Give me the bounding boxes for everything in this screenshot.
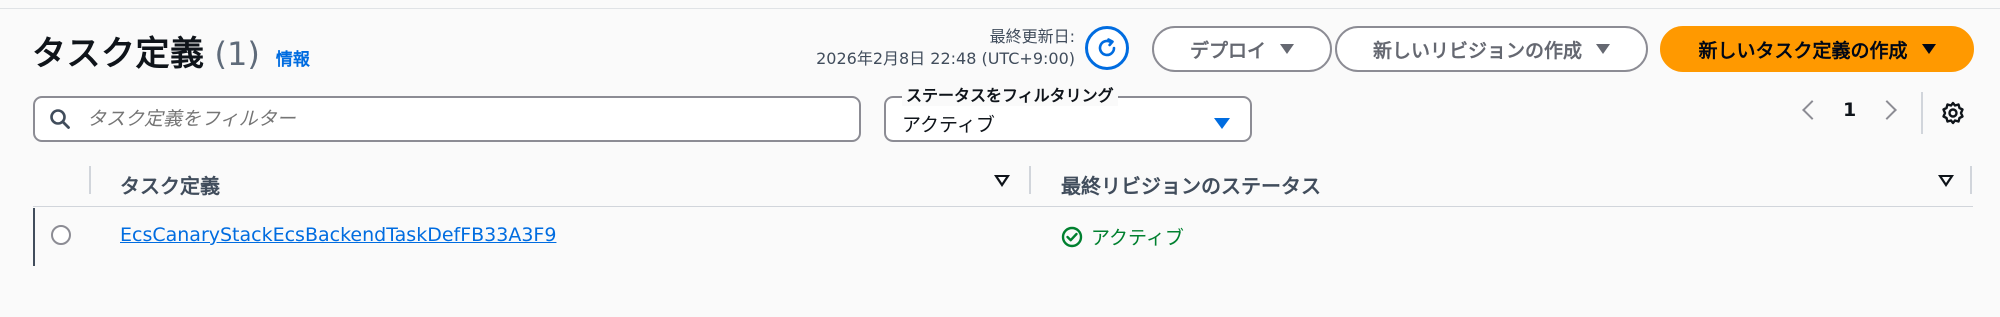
column-divider[interactable] [1970, 166, 1972, 194]
create-task-definition-button-label: 新しいタスク定義の作成 [1698, 39, 1908, 62]
create-revision-button-label: 新しいリビジョンの作成 [1372, 39, 1582, 62]
column-divider[interactable] [89, 166, 91, 194]
table-header: タスク定義 最終リビジョンのステータス [33, 160, 1973, 208]
last-updated-label: 最終更新日: [989, 27, 1075, 46]
create-revision-button[interactable]: 新しいリビジョンの作成 [1335, 26, 1648, 72]
last-updated-value: 2026年2月8日 22:48 (UTC+9:00) [816, 49, 1075, 68]
current-page[interactable]: 1 [1843, 99, 1856, 121]
status-text: アクティブ [1091, 227, 1184, 249]
search-icon [50, 109, 70, 129]
page-header: タスク定義 (1) 情報 [32, 26, 310, 75]
deploy-button[interactable]: デプロイ [1152, 26, 1332, 72]
check-circle-icon [1061, 226, 1083, 247]
header-divider [33, 206, 1973, 207]
task-definition-link[interactable]: EcsCanaryStackEcsBackendTaskDefFB33A3F9 [120, 224, 556, 246]
pagination: 1 [1802, 99, 1898, 121]
refresh-icon [1098, 38, 1116, 57]
deploy-button-label: デプロイ [1189, 39, 1266, 62]
refresh-button[interactable] [1085, 26, 1129, 70]
table-row: EcsCanaryStackEcsBackendTaskDefFB33A3F9 … [33, 208, 1973, 266]
caret-down-icon [1596, 44, 1610, 54]
caret-down-icon [1214, 117, 1230, 129]
sort-icon[interactable] [1938, 175, 1954, 187]
search-input[interactable] [85, 107, 829, 131]
settings-icon[interactable] [1940, 100, 1966, 126]
sort-icon[interactable] [994, 175, 1010, 187]
status-filter-value: アクティブ [902, 113, 995, 136]
last-updated: 最終更新日: 2026年2月8日 22:48 (UTC+9:00) [816, 26, 1075, 70]
status-filter-label: ステータスをフィルタリング [902, 82, 1118, 106]
search-box[interactable] [33, 96, 861, 142]
pager-divider [1921, 92, 1923, 134]
column-header-task-definition[interactable]: タスク定義 [120, 170, 220, 199]
chevron-left-icon[interactable] [1802, 100, 1822, 120]
info-link[interactable]: 情報 [276, 45, 310, 70]
top-divider [0, 8, 2000, 9]
chevron-right-icon[interactable] [1877, 100, 1898, 120]
item-count: (1) [214, 35, 260, 73]
task-definitions-table: タスク定義 最終リビジョンのステータス EcsCanaryStackEcsBac… [33, 160, 1973, 266]
caret-down-icon [1921, 44, 1936, 54]
caret-down-icon [1280, 44, 1294, 54]
create-task-definition-button[interactable]: 新しいタスク定義の作成 [1660, 26, 1974, 72]
row-indicator [33, 208, 35, 266]
page-title: タスク定義 [32, 34, 205, 74]
row-radio[interactable] [51, 225, 71, 245]
column-header-status[interactable]: 最終リビジョンのステータス [1061, 170, 1321, 199]
status-badge: アクティブ [1061, 223, 1184, 250]
column-divider[interactable] [1029, 166, 1031, 194]
